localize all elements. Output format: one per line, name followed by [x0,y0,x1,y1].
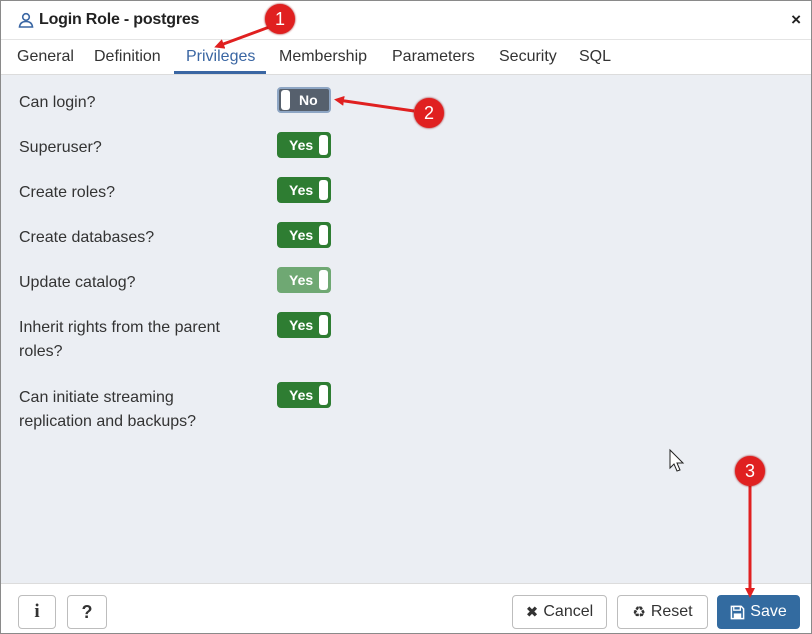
tab-security[interactable]: Security [499,48,557,66]
save-label: Save [750,603,787,620]
create-roles-label: Create roles? [19,184,116,201]
update-catalog-label: Update catalog? [19,274,136,291]
recycle-icon: ♻ [632,604,646,621]
toggle-value: No [299,92,318,108]
tab-bar: General Definition Privileges Membership… [1,40,811,75]
info-icon: i [34,601,40,622]
replication-label: Can initiate streaming replication and b… [19,389,197,430]
create-roles-toggle[interactable]: Yes [277,177,331,203]
cancel-label: Cancel [543,603,594,620]
dialog-footer: i ? ✖ Cancel ♻ Reset Save [1,583,811,633]
toggle-knob [319,385,328,405]
active-tab-indicator [174,71,266,74]
reset-label: Reset [650,603,693,620]
toggle-value: Yes [289,182,314,198]
step-marker-3: 3 [735,456,765,486]
toggle-value: Yes [289,137,314,153]
step-marker-1: 1 [265,4,295,34]
inherit-rights-toggle[interactable]: Yes [277,312,331,338]
save-button[interactable]: Save [717,595,800,629]
tab-general[interactable]: General [17,48,74,66]
close-icon: ✖ [525,604,539,621]
superuser-toggle[interactable]: Yes [277,132,331,158]
tab-definition[interactable]: Definition [94,48,161,66]
info-button[interactable]: i [18,595,56,629]
step-marker-2: 2 [414,98,444,128]
tab-sql[interactable]: SQL [579,48,611,66]
dialog-titlebar: Login Role - postgres × [1,1,811,40]
toggle-value: Yes [289,387,314,403]
help-icon: ? [81,601,93,622]
privileges-panel: Can login? No Superuser? Yes Create role… [1,75,811,583]
reset-button[interactable]: ♻ Reset [617,595,708,629]
dialog-title: Login Role - postgres [39,11,200,28]
toggle-knob [319,270,328,290]
superuser-label: Superuser? [19,139,102,156]
can-login-label: Can login? [19,94,96,111]
create-databases-label: Create databases? [19,229,155,246]
tab-membership[interactable]: Membership [279,48,367,66]
floppy-disk-icon [730,605,745,619]
create-databases-toggle[interactable]: Yes [277,222,331,248]
toggle-knob [319,180,328,200]
tab-privileges[interactable]: Privileges [186,48,255,66]
help-button[interactable]: ? [67,595,107,629]
toggle-value: Yes [289,272,314,288]
toggle-knob [281,90,290,110]
update-catalog-toggle: Yes [277,267,331,293]
login-role-dialog: Login Role - postgres × General Definiti… [0,0,812,634]
toggle-knob [319,225,328,245]
close-icon[interactable]: × [791,10,801,30]
toggle-value: Yes [289,227,314,243]
cancel-button[interactable]: ✖ Cancel [512,595,607,629]
toggle-knob [319,135,328,155]
replication-toggle[interactable]: Yes [277,382,331,408]
toggle-knob [319,315,328,335]
toggle-value: Yes [289,317,314,333]
inherit-rights-label: Inherit rights from the parent roles? [19,319,220,360]
can-login-toggle[interactable]: No [277,87,331,113]
tab-parameters[interactable]: Parameters [392,48,475,66]
user-icon [18,12,34,28]
